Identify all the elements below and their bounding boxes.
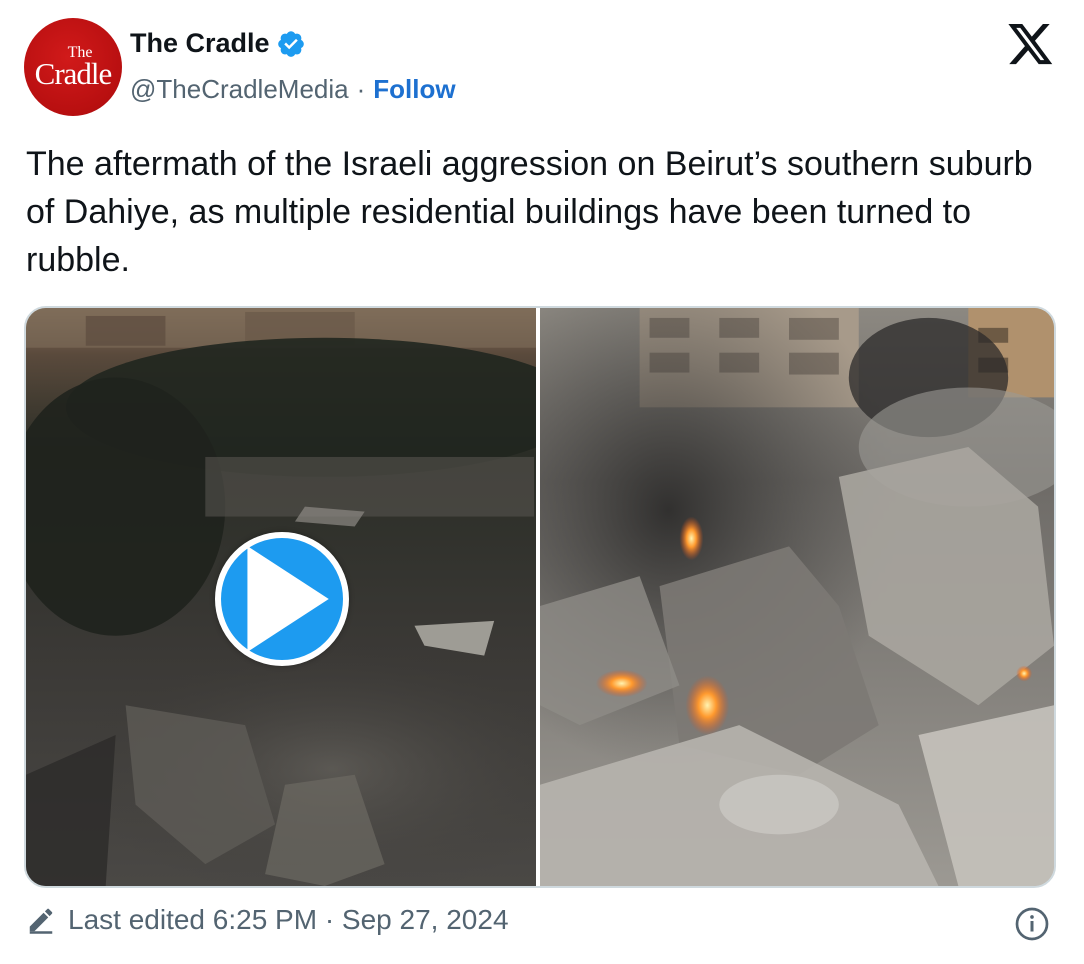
author-handle[interactable]: @TheCradleMedia [130, 74, 349, 105]
x-logo-icon[interactable] [1006, 24, 1056, 66]
avatar-logo-line2: Cradle [34, 56, 113, 91]
media-grid [24, 306, 1056, 888]
author-name-row: The Cradle [130, 28, 306, 59]
separator-dot: · [356, 74, 366, 104]
avatar[interactable]: The Cradle [24, 18, 122, 116]
tweet-text: The aftermath of the Israeli aggression … [26, 145, 1033, 279]
tweet-footer: Last edited 6:25 PM · Sep 27, 2024 [26, 904, 509, 936]
play-icon [247, 546, 329, 652]
pencil-icon [29, 908, 53, 934]
play-button[interactable] [215, 532, 349, 666]
tweet-embed: The Cradle The Cradle @TheCradleMedia · … [0, 0, 1084, 964]
author-display-name[interactable]: The Cradle [130, 28, 270, 59]
follow-button[interactable]: Follow [373, 74, 455, 105]
verified-badge-icon [277, 30, 304, 57]
video-thumbnail[interactable] [26, 308, 536, 886]
author-handle-row: @TheCradleMedia · Follow [130, 74, 456, 105]
last-edited-label[interactable]: Last edited 6:25 PM · Sep 27, 2024 [68, 904, 509, 936]
info-icon[interactable] [1014, 906, 1050, 942]
photo-thumbnail[interactable] [540, 308, 1054, 886]
photo-thumbnail-image [540, 308, 1054, 886]
